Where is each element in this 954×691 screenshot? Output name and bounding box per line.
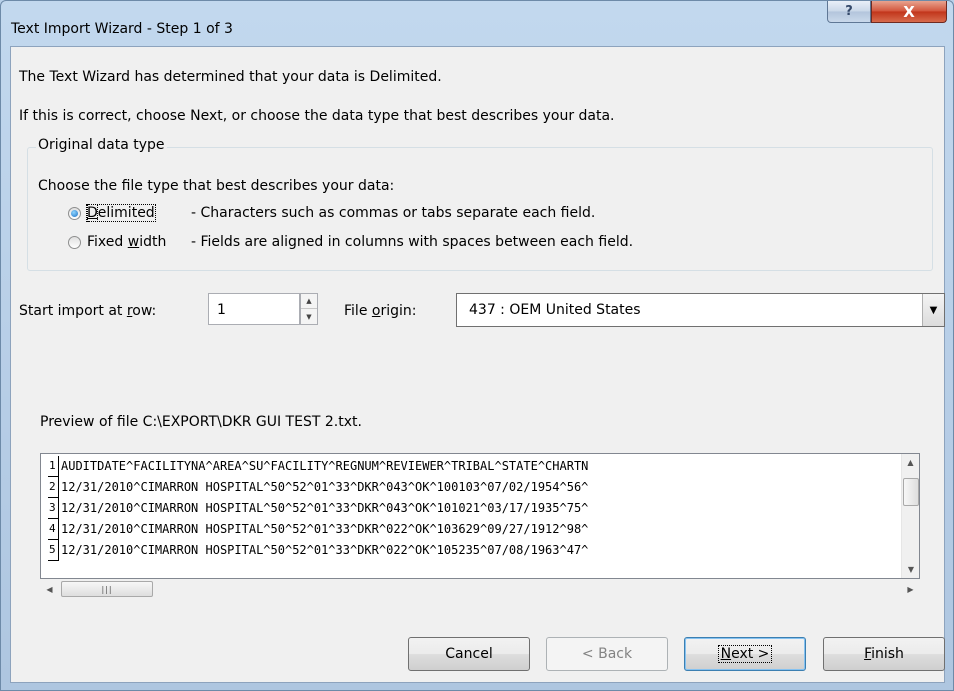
finish-button[interactable]: Finish [823, 637, 945, 671]
start-row-spinner[interactable]: ▲ ▼ [300, 293, 318, 325]
delimited-option[interactable]: Delimited - Characters such as commas or… [68, 204, 596, 222]
group-label: Original data type [36, 137, 167, 153]
line-text: AUDITDATE^FACILITYNA^AREA^SU^FACILITY^RE… [61, 459, 589, 473]
delimited-radio[interactable] [68, 206, 81, 220]
line-number: 2 [48, 477, 59, 498]
fixed-width-description: - Fields are aligned in columns with spa… [191, 234, 634, 250]
line-number: 5 [48, 540, 59, 561]
cancel-button[interactable]: Cancel [408, 637, 530, 671]
file-origin-label: File origin: [344, 303, 417, 319]
preview-label: Preview of file C:\EXPORT\DKR GUI TEST 2… [40, 414, 362, 430]
line-number: 3 [48, 498, 59, 519]
file-origin-value: 437 : OEM United States [469, 302, 641, 318]
spin-down-icon[interactable]: ▼ [301, 309, 317, 324]
preview-box[interactable]: 1 AUDITDATE^FACILITYNA^AREA^SU^FACILITY^R… [40, 453, 920, 579]
instructions-text: If this is correct, choose Next, or choo… [19, 108, 615, 124]
line-text: 12/31/2010^CIMARRON HOSPITAL^50^52^01^33… [61, 501, 589, 515]
delimited-label: Delimited [86, 204, 156, 222]
fixed-width-radio[interactable] [68, 235, 81, 249]
scroll-down-icon[interactable]: ▼ [902, 561, 919, 578]
scroll-left-icon[interactable]: ◀ [41, 580, 58, 598]
horizontal-scrollbar[interactable]: ◀ ||| ▶ [41, 580, 919, 598]
file-origin-select[interactable]: 437 : OEM United States ▼ [456, 293, 945, 327]
line-number: 4 [48, 519, 59, 540]
help-button[interactable]: ? [827, 1, 871, 23]
help-icon: ? [845, 4, 853, 19]
preview-line: 1 AUDITDATE^FACILITYNA^AREA^SU^FACILITY^R… [48, 456, 900, 477]
back-button[interactable]: < Back [546, 637, 668, 671]
preview-lines: 1 AUDITDATE^FACILITYNA^AREA^SU^FACILITY^R… [48, 456, 900, 578]
vertical-scroll-thumb[interactable] [903, 478, 919, 506]
scroll-up-icon[interactable]: ▲ [902, 454, 919, 471]
preview-line: 4 12/31/2010^CIMARRON HOSPITAL^50^52^01^3… [48, 519, 900, 540]
preview-line: 2 12/31/2010^CIMARRON HOSPITAL^50^52^01^3… [48, 477, 900, 498]
dialog-window: Text Import Wizard - Step 1 of 3 ? X The… [0, 0, 954, 691]
fixed-width-option[interactable]: Fixed width - Fields are aligned in colu… [68, 234, 633, 250]
title-bar[interactable]: Text Import Wizard - Step 1 of 3 ? X [1, 1, 953, 45]
line-number: 1 [48, 456, 59, 477]
file-type-prompt: Choose the file type that best describes… [38, 178, 395, 194]
line-text: 12/31/2010^CIMARRON HOSPITAL^50^52^01^33… [61, 480, 589, 494]
scroll-right-icon[interactable]: ▶ [902, 580, 919, 598]
original-data-type-group: Original data type Choose the file type … [27, 137, 933, 271]
delimited-description: - Characters such as commas or tabs sepa… [191, 205, 596, 221]
start-row-input[interactable]: 1 [208, 293, 300, 325]
detected-type-text: The Text Wizard has determined that your… [19, 69, 442, 85]
line-text: 12/31/2010^CIMARRON HOSPITAL^50^52^01^33… [61, 522, 589, 536]
preview-line: 5 12/31/2010^CIMARRON HOSPITAL^50^52^01^3… [48, 540, 900, 561]
spin-up-icon[interactable]: ▲ [301, 294, 317, 309]
window-title: Text Import Wizard - Step 1 of 3 [11, 21, 233, 37]
next-button[interactable]: Next > [684, 637, 806, 671]
preview-line: 3 12/31/2010^CIMARRON HOSPITAL^50^52^01^3… [48, 498, 900, 519]
close-icon: X [903, 2, 915, 21]
horizontal-scroll-thumb[interactable]: ||| [61, 581, 153, 597]
fixed-width-label: Fixed width [87, 234, 167, 250]
chevron-down-icon[interactable]: ▼ [922, 294, 944, 326]
line-text: 12/31/2010^CIMARRON HOSPITAL^50^52^01^33… [61, 543, 589, 557]
vertical-scrollbar[interactable]: ▲ ▼ [901, 454, 919, 578]
start-row-label: Start import at row: [19, 303, 157, 319]
dialog-body: The Text Wizard has determined that your… [10, 46, 945, 683]
close-button[interactable]: X [871, 1, 947, 23]
